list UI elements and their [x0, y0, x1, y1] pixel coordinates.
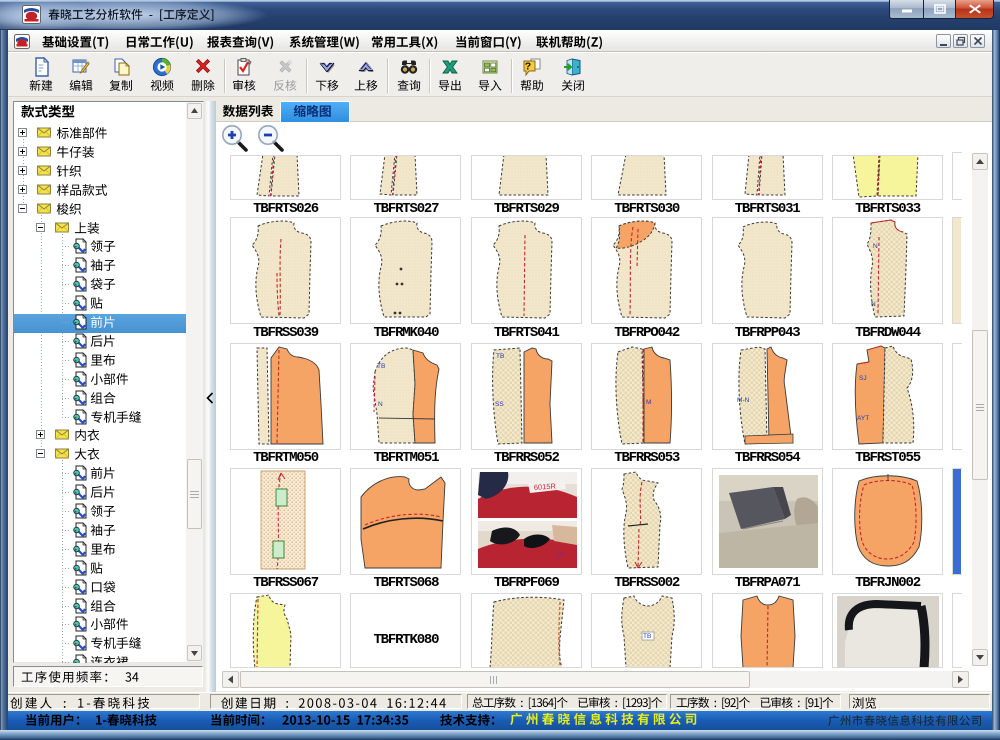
svg-text:TB: TB	[377, 363, 385, 370]
svg-text:SJ: SJ	[859, 375, 867, 382]
svg-text:M: M	[646, 399, 651, 406]
svg-text:SS: SS	[495, 401, 504, 408]
svg-text:QK: QK	[556, 553, 565, 559]
svg-text:?: ?	[525, 61, 531, 73]
svg-text:TB: TB	[643, 633, 651, 640]
svg-text:N: N	[871, 301, 876, 308]
svg-text:AYT: AYT	[857, 415, 869, 422]
svg-text:TB: TB	[496, 353, 504, 360]
svg-text:M-N: M-N	[737, 397, 750, 404]
svg-text:N: N	[873, 243, 878, 250]
svg-text:N: N	[378, 401, 383, 408]
svg-text:6015R: 6015R	[533, 481, 556, 492]
